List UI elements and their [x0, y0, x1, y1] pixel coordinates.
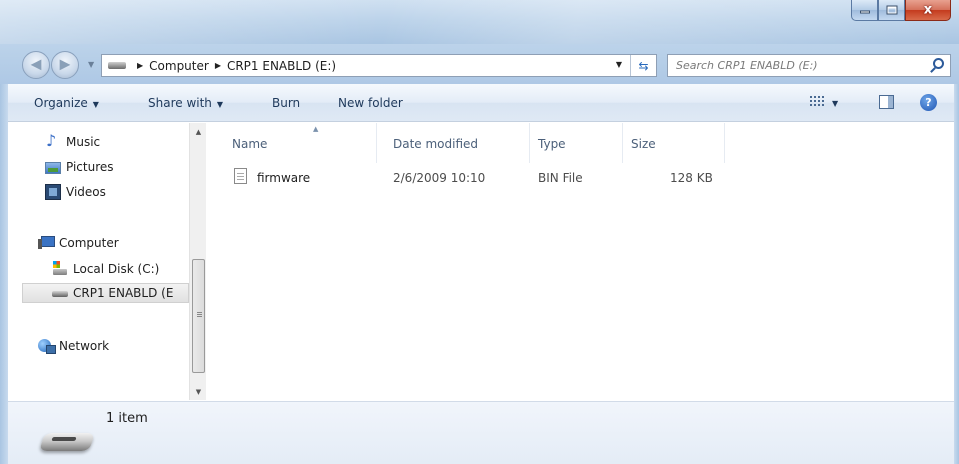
minimize-icon: [859, 10, 870, 14]
scrollbar-thumb[interactable]: [192, 259, 205, 373]
navigation-pane: Music Pictures Videos Computer Local Dis…: [8, 123, 206, 400]
nav-item-crp1-drive[interactable]: CRP1 ENABLD (E: [22, 283, 189, 303]
minimize-button[interactable]: [851, 0, 878, 21]
organize-button[interactable]: Organize ▼: [34, 96, 99, 110]
nav-item-music[interactable]: Music: [45, 131, 101, 152]
file-name: firmware: [257, 171, 311, 185]
nav-item-network[interactable]: Network: [38, 336, 109, 356]
navigation-row: ◀ ▶ ▼ ▶ Computer ▶ CRP1 ENABLD (E:) ▼ ⇆: [0, 44, 959, 84]
table-row[interactable]: firmware 2/6/2009 10:10 BIN File 128 KB: [232, 167, 732, 189]
details-pane: 1 item: [8, 401, 954, 464]
forward-arrow-icon: ▶: [59, 56, 71, 73]
nav-item-label: Videos: [66, 185, 106, 199]
breadcrumb-chevron-icon[interactable]: ▶: [137, 61, 143, 70]
removable-drive-icon: [52, 285, 68, 301]
nav-item-label: Music: [66, 135, 101, 149]
network-icon: [38, 338, 56, 354]
grip-icon: [197, 312, 202, 317]
item-count: 1 item: [106, 411, 148, 426]
share-with-label: Share with: [148, 96, 212, 110]
close-icon: x: [923, 2, 933, 18]
chevron-down-icon: ▼: [92, 100, 99, 109]
column-header-type[interactable]: Type: [530, 123, 623, 163]
preview-pane-icon[interactable]: [879, 95, 894, 109]
back-button[interactable]: ◀: [22, 51, 50, 79]
removable-drive-icon: [38, 427, 96, 457]
nav-item-label: CRP1 ENABLD (E: [73, 286, 174, 300]
search-icon[interactable]: [933, 58, 944, 69]
refresh-icon[interactable]: ⇆: [630, 55, 656, 76]
maximize-icon: [886, 5, 897, 15]
music-icon: [45, 131, 61, 150]
nav-item-label: Pictures: [66, 160, 114, 174]
column-header-date-modified[interactable]: Date modified: [385, 123, 530, 163]
file-size: 128 KB: [670, 171, 713, 185]
drive-slot: [51, 437, 77, 441]
file-date-modified: 2/6/2009 10:10: [393, 171, 486, 185]
nav-item-label: Computer: [59, 236, 119, 250]
pictures-icon: [45, 162, 61, 174]
sort-ascending-icon: ▲: [313, 125, 319, 133]
command-bar: Organize ▼ Share with ▼ Burn New folder ▼ …: [8, 84, 954, 122]
nav-item-videos[interactable]: Videos: [45, 182, 106, 202]
search-box[interactable]: [667, 54, 951, 77]
drive-body: [39, 433, 95, 451]
file-list: Name ▲ Date modified Type Size firmware …: [212, 123, 954, 400]
file-icon: [234, 168, 247, 184]
new-folder-button[interactable]: New folder: [338, 96, 403, 110]
caption-buttons: x: [851, 0, 951, 22]
address-bar[interactable]: ▶ Computer ▶ CRP1 ENABLD (E:) ▼ ⇆: [101, 54, 657, 77]
title-bar-glass: [0, 0, 959, 44]
breadcrumb-computer[interactable]: Computer: [149, 59, 209, 73]
maximize-button[interactable]: [878, 0, 905, 21]
drive-icon: [108, 62, 126, 69]
address-dropdown-icon[interactable]: ▼: [616, 60, 622, 69]
search-input[interactable]: [668, 59, 918, 72]
navigation-scrollbar[interactable]: ▲ ▼: [189, 123, 206, 400]
change-view-icon[interactable]: [810, 96, 824, 108]
share-with-button[interactable]: Share with ▼: [148, 96, 223, 110]
breadcrumb-chevron-icon[interactable]: ▶: [215, 61, 221, 70]
breadcrumb-drive[interactable]: CRP1 ENABLD (E:): [227, 59, 336, 73]
window-right-border: [954, 84, 959, 464]
title-bar: x: [0, 0, 959, 44]
column-header-name[interactable]: Name ▲: [224, 123, 377, 163]
nav-item-label: Network: [59, 339, 110, 353]
help-icon[interactable]: ?: [920, 94, 937, 111]
burn-button[interactable]: Burn: [272, 96, 300, 110]
window-left-border: [0, 84, 8, 464]
back-arrow-icon: ◀: [30, 56, 42, 73]
computer-icon: [38, 235, 55, 251]
forward-button[interactable]: ▶: [51, 51, 79, 79]
column-header-size[interactable]: Size: [623, 123, 725, 163]
chevron-down-icon: ▼: [216, 100, 224, 109]
videos-icon: [45, 184, 61, 200]
nav-item-computer[interactable]: Computer: [38, 233, 119, 253]
column-header-label: Name: [232, 137, 268, 151]
close-button[interactable]: x: [905, 0, 951, 21]
organize-label: Organize: [34, 96, 88, 110]
recent-pages-dropdown[interactable]: ▼: [88, 60, 94, 69]
local-disk-icon: [52, 261, 68, 277]
file-type: BIN File: [538, 171, 583, 185]
chevron-down-icon[interactable]: ▼: [832, 99, 838, 108]
scroll-up-icon[interactable]: ▲: [190, 123, 207, 140]
nav-item-pictures[interactable]: Pictures: [45, 157, 114, 177]
nav-item-label: Local Disk (C:): [73, 262, 160, 276]
scroll-down-icon[interactable]: ▼: [190, 383, 207, 400]
nav-item-local-disk[interactable]: Local Disk (C:): [52, 259, 159, 279]
